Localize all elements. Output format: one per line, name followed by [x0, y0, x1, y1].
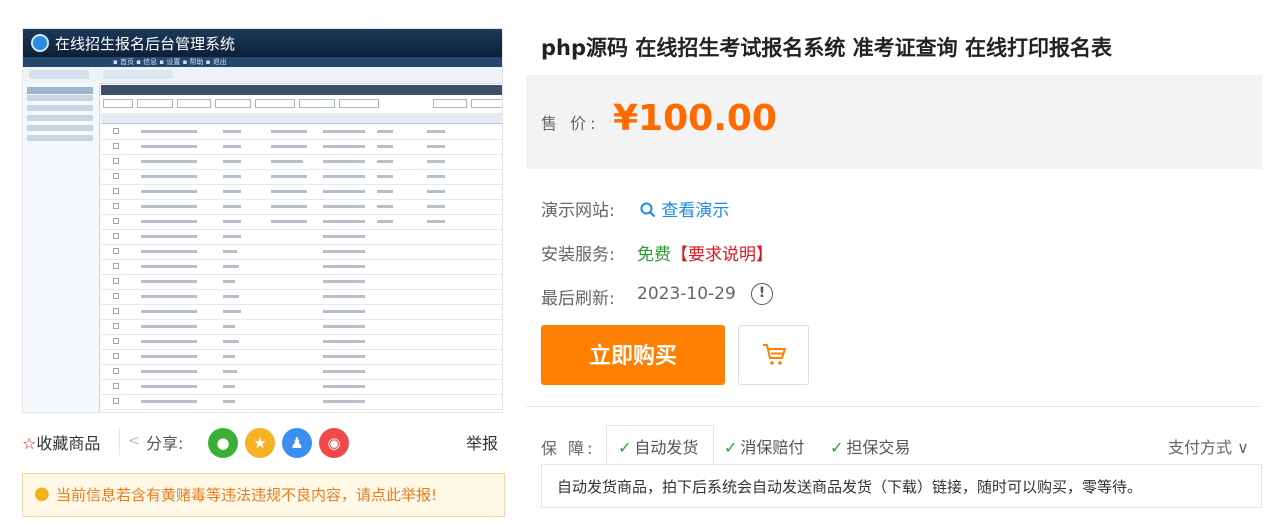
payment-methods-label: 支付方式: [1168, 438, 1233, 457]
last-refresh-label: 最后刷新:: [541, 289, 615, 309]
view-demo-link[interactable]: 查看演示: [640, 196, 729, 221]
buy-now-button[interactable]: 立即购买: [541, 325, 725, 385]
wechat-icon[interactable]: ●: [208, 428, 238, 458]
weibo-icon[interactable]: ◉: [319, 428, 349, 458]
demo-site-label: 演示网站:: [541, 201, 615, 221]
preview-table-header: [101, 113, 502, 124]
preview-section-bar: [101, 85, 502, 95]
preview-button: [433, 99, 467, 108]
guarantee-auto-delivery[interactable]: ✓ 自动发货: [618, 434, 698, 458]
qzone-icon[interactable]: ★: [245, 428, 275, 458]
install-free-text: 免费: [637, 245, 671, 265]
chevron-down-icon: ∨: [1232, 438, 1249, 457]
product-preview-image[interactable]: 在线招生报名后台管理系统 ▪ 首页 ▪ 信息 ▪ 设置 ▪ 帮助 ▪ 退出: [22, 28, 503, 413]
guarantee-consumer-protection[interactable]: ✓ 消保赔付: [724, 434, 804, 458]
last-refresh-date: 2023-10-29: [637, 284, 736, 304]
price-value: ¥100.00: [613, 98, 777, 139]
check-circle-icon: ✓: [830, 438, 844, 457]
favorite-label: 收藏商品: [36, 434, 101, 453]
cart-icon: [762, 343, 786, 365]
info-icon[interactable]: !: [751, 283, 773, 305]
guarantee-escrow[interactable]: ✓ 担保交易: [830, 434, 910, 458]
qq-icon[interactable]: ♟: [282, 428, 312, 458]
view-demo-text: 查看演示: [661, 201, 730, 221]
preview-sidebar-active: [27, 87, 93, 94]
share-label: 分享:: [146, 434, 184, 453]
divider: [119, 429, 120, 455]
preview-sidebar: [23, 83, 100, 412]
preview-button: [339, 99, 379, 108]
guarantee-label: 保 障:: [541, 439, 596, 458]
preview-menu-text: ▪ 首页 ▪ 信息 ▪ 设置 ▪ 帮助 ▪ 退出: [113, 58, 227, 66]
add-to-cart-button[interactable]: [738, 325, 809, 385]
preview-toolbar: [23, 67, 502, 84]
payment-methods-dropdown[interactable]: 支付方式 ∨: [1168, 434, 1249, 458]
preview-button: [137, 99, 173, 108]
preview-button: [471, 99, 502, 108]
preview-button: [177, 99, 211, 108]
preview-toolbar-block: [103, 70, 173, 79]
lightbulb-icon: ●: [34, 483, 50, 504]
preview-button: [103, 99, 133, 108]
preview-button: [215, 99, 251, 108]
divider: [526, 406, 1262, 407]
preview-logo-icon: [31, 34, 49, 52]
search-icon: [640, 202, 656, 218]
guarantee-description: 自动发货商品，拍下后系统会自动发送商品发货（下载）链接，随时可以购买，零等待。: [557, 478, 1143, 496]
report-link[interactable]: 举报: [466, 430, 498, 454]
preview-table: [101, 124, 502, 412]
install-service-label: 安装服务:: [541, 245, 615, 265]
star-icon: ☆: [22, 434, 37, 453]
preview-button: [255, 99, 295, 108]
preview-toolbar-block: [29, 70, 89, 79]
preview-title: 在线招生报名后台管理系统: [55, 35, 236, 53]
share-icon: <: [128, 433, 140, 449]
favorite-button[interactable]: ☆收藏商品: [22, 430, 100, 454]
check-circle-icon: ✓: [724, 438, 738, 457]
report-notice-text[interactable]: 当前信息若含有黄赌毒等违法违规不良内容，请点此举报!: [56, 484, 437, 505]
product-title: php源码 在线招生考试报名系统 准考证查询 在线打印报名表: [541, 36, 1112, 60]
price-label: 售 价:: [541, 114, 600, 133]
preview-menubar: [23, 57, 502, 67]
check-circle-icon: ✓: [618, 438, 632, 457]
preview-button: [299, 99, 335, 108]
install-requirement-link[interactable]: 【要求说明】: [671, 240, 773, 265]
